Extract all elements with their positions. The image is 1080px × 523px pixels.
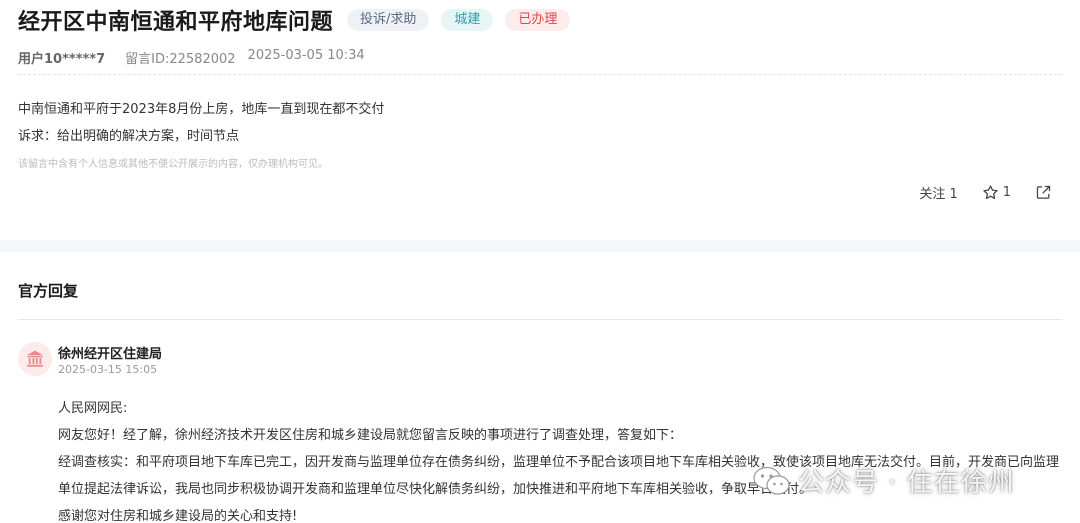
star-button[interactable]: 1: [982, 184, 1011, 201]
reply-line: 感谢您对住房和城乡建设局的关心和支持!: [58, 509, 298, 523]
government-building-icon: [26, 350, 44, 367]
follow-label: 关注 1: [919, 187, 958, 202]
post-card: 经开区中南恒通和平府地库问题 投诉/求助 城建 已办理 用户10*****7 留…: [0, 0, 1080, 240]
reply-body: 人民网网民: 网友您好！经了解，徐州经济技术开发区住房和城乡建设局就您留言反映的…: [58, 395, 1068, 523]
reply-line: 网友您好！经了解，徐州经济技术开发区住房和城乡建设局就您留言反映的事项进行了调查…: [58, 428, 683, 443]
org-name: 徐州经开区住建局: [58, 347, 163, 362]
content-line: 中南恒通和平府于2023年8月份上房，地库一直到现在都不交付: [18, 102, 385, 117]
share-icon: [1036, 185, 1051, 199]
reply-divider: [18, 319, 1062, 320]
section-gap: [0, 240, 1080, 252]
post-actions: 关注 1 1: [895, 183, 1056, 202]
status-badge: 已办理: [505, 9, 571, 31]
watermark-text: 公众号 · 住在徐州: [798, 468, 1015, 498]
watermark: 公众号 · 住在徐州: [752, 462, 1015, 499]
category-tag: 城建: [441, 9, 494, 31]
post-user: 用户10*****7: [18, 52, 106, 67]
post-content: 中南恒通和平府于2023年8月份上房，地库一直到现在都不交付 诉求：给出明确的解…: [18, 96, 384, 150]
reply-section-title: 官方回复: [18, 282, 79, 300]
message-id: 留言ID:22582002: [125, 52, 236, 67]
page-title: 经开区中南恒通和平府地库问题: [18, 10, 334, 35]
type-tag: 投诉/求助: [347, 9, 430, 31]
reply-datetime: 2025-03-15 15:05: [58, 363, 158, 376]
follow-button[interactable]: 关注 1: [919, 183, 957, 202]
privacy-notice: 该留言中含有个人信息或其他不便公开展示的内容，仅办理机构可见。: [18, 159, 328, 170]
meta-divider: [18, 74, 1062, 75]
star-icon: [983, 185, 998, 200]
star-count: 1: [1002, 185, 1011, 200]
post-datetime: 2025-03-05 10:34: [247, 48, 365, 63]
wechat-icon: [753, 466, 790, 495]
title-row: 经开区中南恒通和平府地库问题 投诉/求助 城建 已办理: [18, 6, 571, 35]
org-avatar: [18, 342, 52, 376]
post-meta: 用户10*****7 留言ID:22582002 2025-03-05 10:3…: [18, 48, 365, 67]
content-line: 诉求：给出明确的解决方案，时间节点: [18, 129, 240, 144]
share-button[interactable]: [1035, 184, 1056, 201]
reply-line: 人民网网民:: [58, 401, 128, 416]
